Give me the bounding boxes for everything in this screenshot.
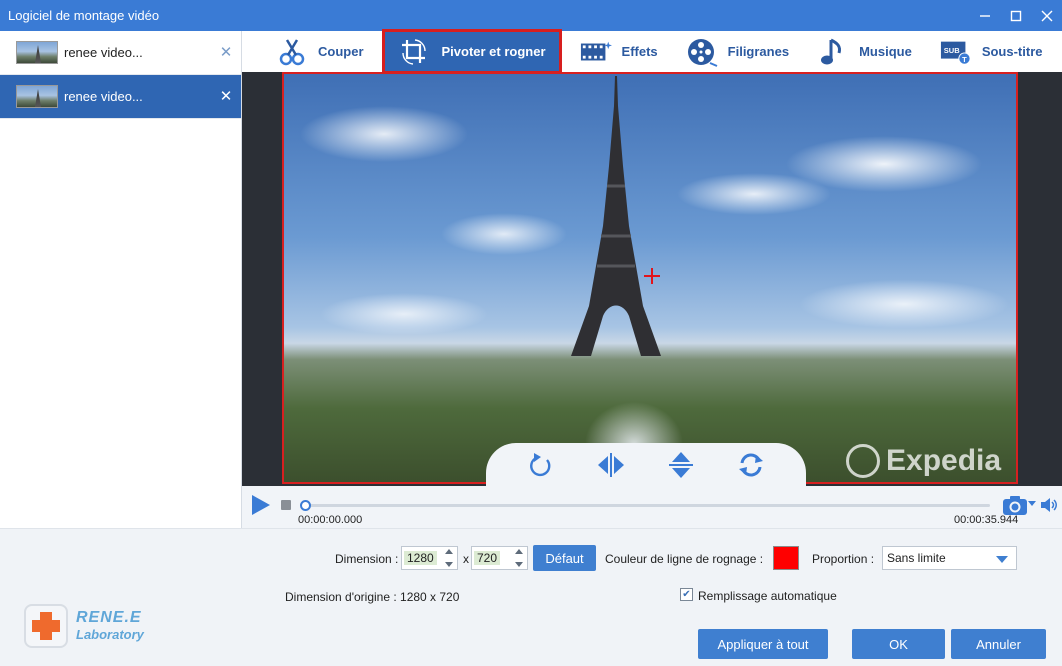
volume-icon[interactable] bbox=[1040, 497, 1058, 513]
rotate-arrows-icon bbox=[739, 453, 763, 477]
watermark-text: Expedia bbox=[886, 444, 1002, 477]
arrow-up-icon[interactable] bbox=[515, 549, 523, 554]
svg-text:SUB: SUB bbox=[944, 45, 960, 54]
tab-label: Pivoter et rogner bbox=[441, 44, 546, 59]
rotate-right-button[interactable] bbox=[526, 450, 556, 480]
video-thumbnail bbox=[16, 85, 58, 108]
title-bar: Logiciel de montage vidéo bbox=[0, 0, 1062, 31]
maximize-button[interactable] bbox=[1000, 0, 1031, 31]
proportion-value: Sans limite bbox=[887, 551, 946, 565]
logo-cross-icon bbox=[24, 604, 68, 648]
tab-filigranes[interactable]: Filigranes bbox=[672, 31, 803, 72]
apply-all-button[interactable]: Appliquer à tout bbox=[698, 629, 828, 659]
dropdown-caret-icon bbox=[996, 556, 1008, 563]
minimize-icon bbox=[979, 14, 990, 17]
flip-vertical-button[interactable] bbox=[666, 450, 696, 480]
stop-button[interactable] bbox=[281, 500, 291, 510]
arrow-down-icon[interactable] bbox=[445, 562, 453, 567]
cancel-button[interactable]: Annuler bbox=[951, 629, 1046, 659]
video-watermark: Expedia bbox=[846, 444, 1001, 478]
close-icon bbox=[1041, 10, 1052, 21]
height-value: 720 bbox=[474, 551, 501, 565]
stepper-arrows[interactable] bbox=[513, 549, 525, 567]
logo-line2: Laboratory bbox=[76, 627, 144, 642]
tab-label: Musique bbox=[859, 44, 912, 59]
minimize-button[interactable] bbox=[969, 0, 1000, 31]
window-title: Logiciel de montage vidéo bbox=[8, 8, 160, 23]
music-note-icon bbox=[817, 37, 849, 67]
crop-icon bbox=[398, 37, 430, 67]
file-name: renee video... bbox=[64, 45, 143, 60]
current-time: 00:00:00.000 bbox=[298, 514, 363, 526]
width-stepper[interactable]: 1280 bbox=[401, 546, 458, 570]
crop-line-color-label: Couleur de ligne de rognage : bbox=[605, 552, 764, 566]
dimension-label: Dimension : bbox=[335, 552, 399, 566]
tab-pivoter-et-rogner[interactable]: Pivoter et rogner bbox=[381, 29, 562, 74]
default-button[interactable]: Défaut bbox=[533, 545, 596, 571]
playback-bar: 00:00:00.000 00:00:35.944 bbox=[242, 486, 1062, 528]
svg-text:T: T bbox=[962, 54, 967, 63]
rotate-flip-panel bbox=[486, 443, 806, 486]
tab-effets[interactable]: Effets bbox=[566, 31, 672, 72]
edit-toolbar: Couper Pivoter et rogner Effets Filigran… bbox=[242, 29, 1062, 74]
remove-file-icon[interactable]: ✕ bbox=[217, 87, 235, 105]
flip-horizontal-button[interactable] bbox=[596, 450, 626, 480]
flip-horizontal-icon bbox=[598, 453, 624, 477]
play-icon[interactable] bbox=[250, 495, 270, 515]
tab-label: Filigranes bbox=[727, 44, 790, 59]
tab-label: Sous-titre bbox=[981, 44, 1043, 59]
maximize-icon bbox=[1010, 10, 1021, 21]
times-label: x bbox=[463, 552, 469, 566]
film-effects-icon bbox=[580, 37, 612, 67]
file-item-selected[interactable]: renee video... ✕ bbox=[0, 75, 241, 119]
video-preview: Expedia ⌄ bbox=[242, 72, 1062, 486]
ok-button[interactable]: OK bbox=[852, 629, 945, 659]
close-window-button[interactable] bbox=[1031, 0, 1062, 31]
camera-icon[interactable] bbox=[1002, 494, 1028, 516]
proportion-select[interactable]: Sans limite bbox=[882, 546, 1017, 570]
crop-frame[interactable]: Expedia ⌄ bbox=[282, 72, 1018, 484]
tab-label: Effets bbox=[621, 44, 658, 59]
file-item[interactable]: renee video... ✕ bbox=[0, 31, 241, 75]
tab-musique[interactable]: Musique bbox=[803, 31, 926, 72]
timeline-track[interactable] bbox=[304, 504, 990, 507]
arrow-up-icon[interactable] bbox=[445, 549, 453, 554]
eiffel-tower-image bbox=[571, 76, 661, 356]
rene-e-logo: RENE.E Laboratory bbox=[24, 603, 164, 649]
auto-fill-label: Remplissage automatique bbox=[698, 589, 837, 603]
reel-icon bbox=[686, 37, 718, 67]
timeline-handle[interactable] bbox=[300, 500, 311, 511]
crop-settings-panel: Dimension : 1280 x 720 Défaut Couleur de… bbox=[0, 528, 1062, 666]
rotate-clockwise-icon bbox=[530, 453, 551, 477]
stepper-arrows[interactable] bbox=[443, 549, 455, 567]
rotate-both-button[interactable] bbox=[736, 450, 766, 480]
width-value: 1280 bbox=[404, 551, 437, 565]
file-list: renee video... ✕ renee video... ✕ bbox=[0, 31, 242, 528]
tab-label: Couper bbox=[318, 44, 364, 59]
globe-icon bbox=[846, 444, 880, 478]
proportion-label: Proportion : bbox=[812, 552, 875, 566]
crop-center-crosshair-icon[interactable] bbox=[644, 268, 660, 284]
arrow-down-icon[interactable] bbox=[515, 562, 523, 567]
original-dimension-text: Dimension d'origine : 1280 x 720 bbox=[285, 590, 460, 604]
remove-file-icon[interactable]: ✕ bbox=[217, 43, 235, 61]
auto-fill-checkbox[interactable]: ✔ bbox=[680, 588, 693, 601]
crop-line-color-swatch[interactable] bbox=[773, 546, 799, 570]
tab-sous-titre[interactable]: SUB T Sous-titre bbox=[926, 31, 1057, 72]
logo-text: RENE.E Laboratory bbox=[76, 609, 144, 643]
chevron-down-icon[interactable] bbox=[1028, 501, 1036, 506]
file-name: renee video... bbox=[64, 89, 143, 104]
subtitle-icon: SUB T bbox=[940, 37, 972, 67]
video-thumbnail bbox=[16, 41, 58, 64]
flip-vertical-icon bbox=[669, 452, 693, 478]
logo-line1: RENE.E bbox=[76, 609, 142, 626]
tab-couper[interactable]: Couper bbox=[262, 31, 378, 72]
height-stepper[interactable]: 720 bbox=[471, 546, 528, 570]
scissors-icon bbox=[276, 37, 308, 67]
